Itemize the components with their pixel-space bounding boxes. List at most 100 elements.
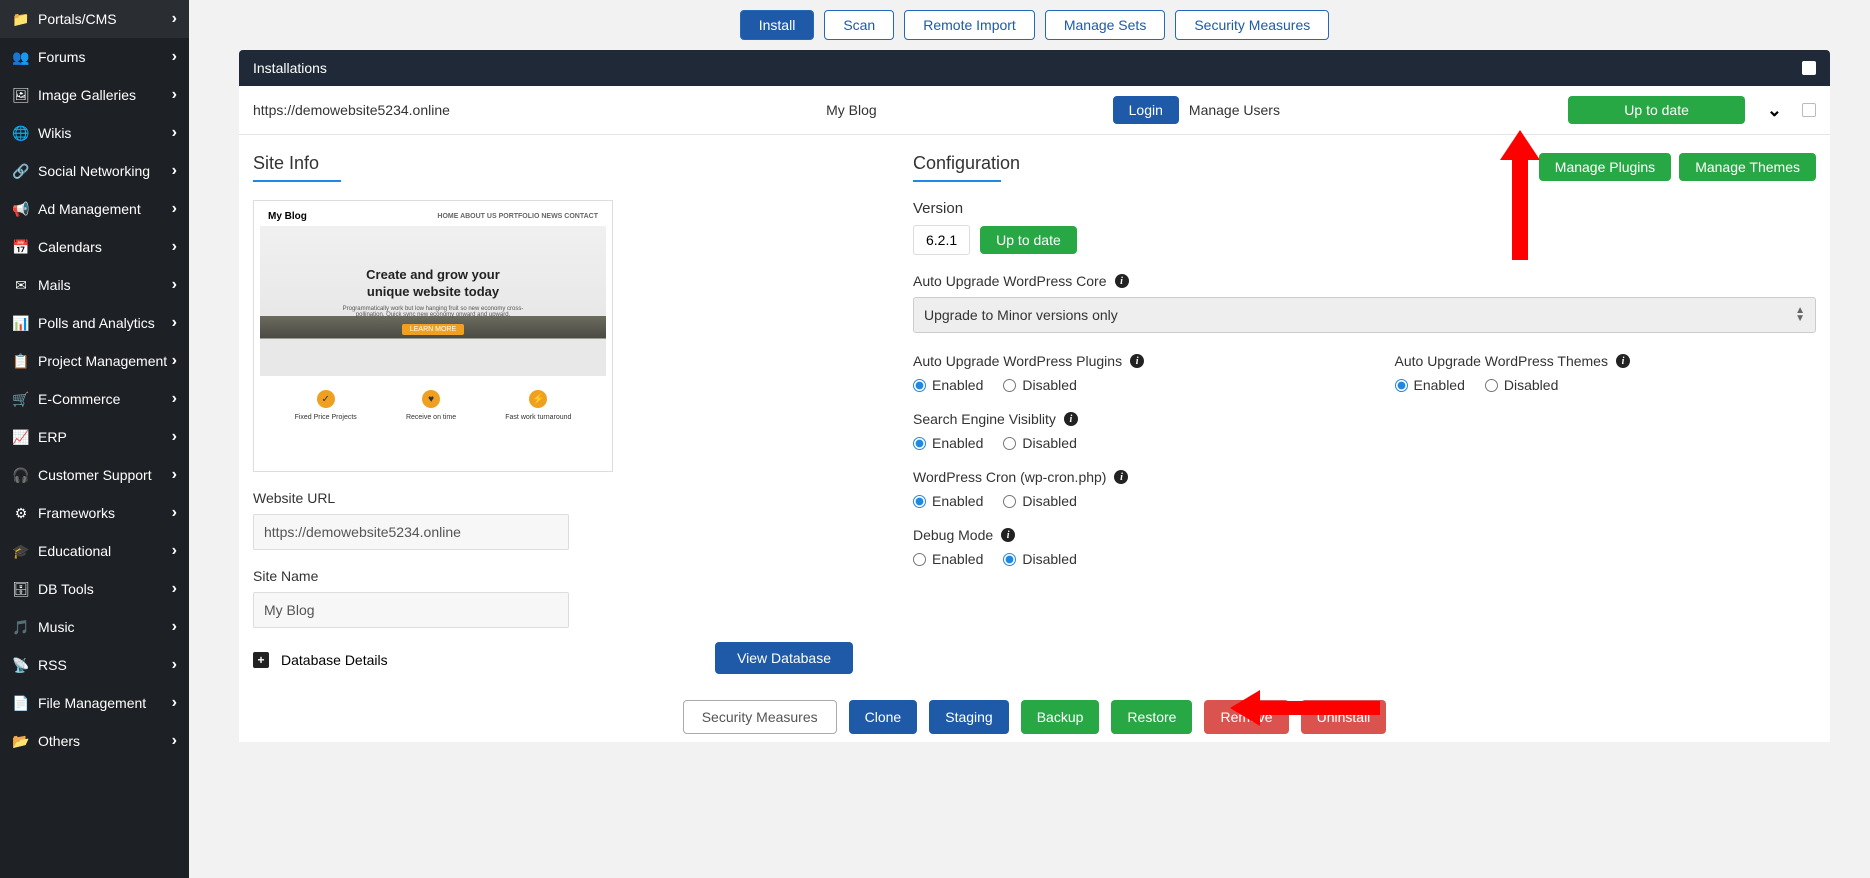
calendar-icon: 📅 (12, 239, 30, 256)
sidebar-item-polls-analytics[interactable]: 📊Polls and Analytics› (0, 304, 189, 342)
select-all-checkbox[interactable] (1802, 61, 1816, 75)
sidebar-item-wikis[interactable]: 🌐Wikis› (0, 114, 189, 152)
sidebar-item-forums[interactable]: 👥Forums› (0, 38, 189, 76)
clone-button[interactable]: Clone (849, 700, 918, 734)
security-measures-button[interactable]: Security Measures (683, 700, 837, 734)
search-enabled-radio[interactable]: Enabled (913, 435, 983, 451)
debug-enabled-radio[interactable]: Enabled (913, 551, 983, 567)
sidebar-item-social-networking[interactable]: 🔗Social Networking› (0, 152, 189, 190)
preview-subtext: Programmatically work but low hanging fr… (333, 306, 533, 318)
chevron-right-icon: › (172, 200, 177, 218)
grad-cap-icon: 🎓 (12, 543, 30, 560)
version-status-badge[interactable]: Up to date (980, 226, 1077, 254)
preview-nav: HOME ABOUT US PORTFOLIO NEWS CONTACT (437, 213, 598, 220)
top-tabs: Install Scan Remote Import Manage Sets S… (239, 0, 1830, 50)
version-value: 6.2.1 (913, 225, 970, 255)
view-database-button[interactable]: View Database (715, 642, 853, 674)
configuration-title: Configuration (913, 153, 1020, 174)
auto-upgrade-core-select[interactable]: Upgrade to Minor versions only ▲▼ (913, 297, 1816, 333)
themes-enabled-radio[interactable]: Enabled (1395, 377, 1465, 393)
staging-button[interactable]: Staging (929, 700, 1008, 734)
chevron-right-icon: › (172, 618, 177, 636)
sidebar-item-rss[interactable]: 📡RSS› (0, 646, 189, 684)
chevron-right-icon: › (172, 390, 177, 408)
chevron-right-icon: › (172, 466, 177, 484)
sidebar-item-ad-management[interactable]: 📢Ad Management› (0, 190, 189, 228)
sidebar-item-project-management[interactable]: 📋Project Management› (0, 342, 189, 380)
sidebar-item-customer-support[interactable]: 🎧Customer Support› (0, 456, 189, 494)
chevron-right-icon: › (172, 504, 177, 522)
preview-feature-label-3: Fast work turnaround (505, 414, 571, 421)
cron-label: WordPress Cron (wp-cron.php) (913, 469, 1106, 485)
restore-button[interactable]: Restore (1111, 700, 1192, 734)
backup-button[interactable]: Backup (1021, 700, 1100, 734)
installation-url[interactable]: https://demowebsite5234.online (253, 102, 826, 118)
expand-toggle-icon[interactable]: ⌄ (1767, 100, 1782, 121)
configuration-underline (913, 180, 1001, 182)
website-url-input[interactable] (253, 514, 569, 550)
sidebar-item-file-management[interactable]: 📄File Management› (0, 684, 189, 722)
sidebar-item-db-tools[interactable]: 🗄DB Tools› (0, 570, 189, 608)
preview-feature-icon-2: ♥ (422, 390, 440, 408)
remove-button[interactable]: Remove (1204, 700, 1288, 734)
site-name-label: Site Name (253, 568, 873, 584)
site-info-column: Site Info My Blog HOME ABOUT US PORTFOLI… (253, 153, 873, 674)
plus-icon: + (253, 652, 269, 668)
file-icon: 📄 (12, 695, 30, 712)
plugins-enabled-radio[interactable]: Enabled (913, 377, 983, 393)
cron-disabled-radio[interactable]: Disabled (1003, 493, 1076, 509)
plugins-upgrade-label: Auto Upgrade WordPress Plugins (913, 353, 1122, 369)
erp-icon: 📈 (12, 429, 30, 446)
tab-remote-import[interactable]: Remote Import (904, 10, 1035, 40)
uninstall-button[interactable]: Uninstall (1301, 700, 1387, 734)
manage-users-link[interactable]: Manage Users (1189, 102, 1280, 118)
chevron-right-icon: › (172, 732, 177, 750)
site-preview-thumbnail[interactable]: My Blog HOME ABOUT US PORTFOLIO NEWS CON… (253, 200, 613, 472)
globe-icon: 🌐 (12, 125, 30, 142)
installation-checkbox[interactable] (1802, 103, 1816, 117)
status-badge-up-to-date[interactable]: Up to date (1568, 96, 1745, 124)
tab-install[interactable]: Install (740, 10, 815, 40)
cron-enabled-radio[interactable]: Enabled (913, 493, 983, 509)
sidebar-item-calendars[interactable]: 📅Calendars› (0, 228, 189, 266)
info-icon[interactable]: i (1001, 528, 1015, 542)
tab-manage-sets[interactable]: Manage Sets (1045, 10, 1166, 40)
info-icon[interactable]: i (1130, 354, 1144, 368)
plugins-disabled-radio[interactable]: Disabled (1003, 377, 1076, 393)
sidebar-item-e-commerce[interactable]: 🛒E-Commerce› (0, 380, 189, 418)
clipboard-icon: 📋 (12, 353, 30, 370)
info-icon[interactable]: i (1115, 274, 1129, 288)
sidebar-item-educational[interactable]: 🎓Educational› (0, 532, 189, 570)
site-name-input[interactable] (253, 592, 569, 628)
manage-themes-button[interactable]: Manage Themes (1679, 153, 1816, 181)
themes-disabled-radio[interactable]: Disabled (1485, 377, 1558, 393)
info-icon[interactable]: i (1064, 412, 1078, 426)
sidebar-item-erp[interactable]: 📈ERP› (0, 418, 189, 456)
configuration-column: Configuration Manage Plugins Manage Them… (913, 153, 1816, 674)
login-button[interactable]: Login (1113, 96, 1179, 124)
debug-disabled-radio[interactable]: Disabled (1003, 551, 1076, 567)
chevron-right-icon: › (172, 580, 177, 598)
preview-feature-icon-1: ✓ (317, 390, 335, 408)
tab-security-measures[interactable]: Security Measures (1175, 10, 1329, 40)
gears-icon: ⚙ (12, 505, 30, 522)
bottom-action-bar: Security Measures Clone Staging Backup R… (239, 684, 1830, 742)
sidebar-item-frameworks[interactable]: ⚙Frameworks› (0, 494, 189, 532)
info-icon[interactable]: i (1114, 470, 1128, 484)
chevron-right-icon: › (172, 162, 177, 180)
version-label: Version (913, 200, 1816, 217)
installation-name: My Blog (826, 102, 1113, 118)
site-info-title: Site Info (253, 153, 873, 174)
info-icon[interactable]: i (1616, 354, 1630, 368)
sidebar-item-music[interactable]: 🎵Music› (0, 608, 189, 646)
tab-scan[interactable]: Scan (824, 10, 894, 40)
chevron-right-icon: › (172, 314, 177, 332)
search-disabled-radio[interactable]: Disabled (1003, 435, 1076, 451)
sidebar-item-image-galleries[interactable]: 🖼Image Galleries› (0, 76, 189, 114)
search-visibility-label: Search Engine Visiblity (913, 411, 1056, 427)
sidebar-item-others[interactable]: 📂Others› (0, 722, 189, 760)
database-details-toggle[interactable]: + Database Details (253, 652, 388, 668)
manage-plugins-button[interactable]: Manage Plugins (1539, 153, 1671, 181)
sidebar-item-mails[interactable]: ✉Mails› (0, 266, 189, 304)
sidebar-item-portals-cms[interactable]: 📁Portals/CMS› (0, 0, 189, 38)
